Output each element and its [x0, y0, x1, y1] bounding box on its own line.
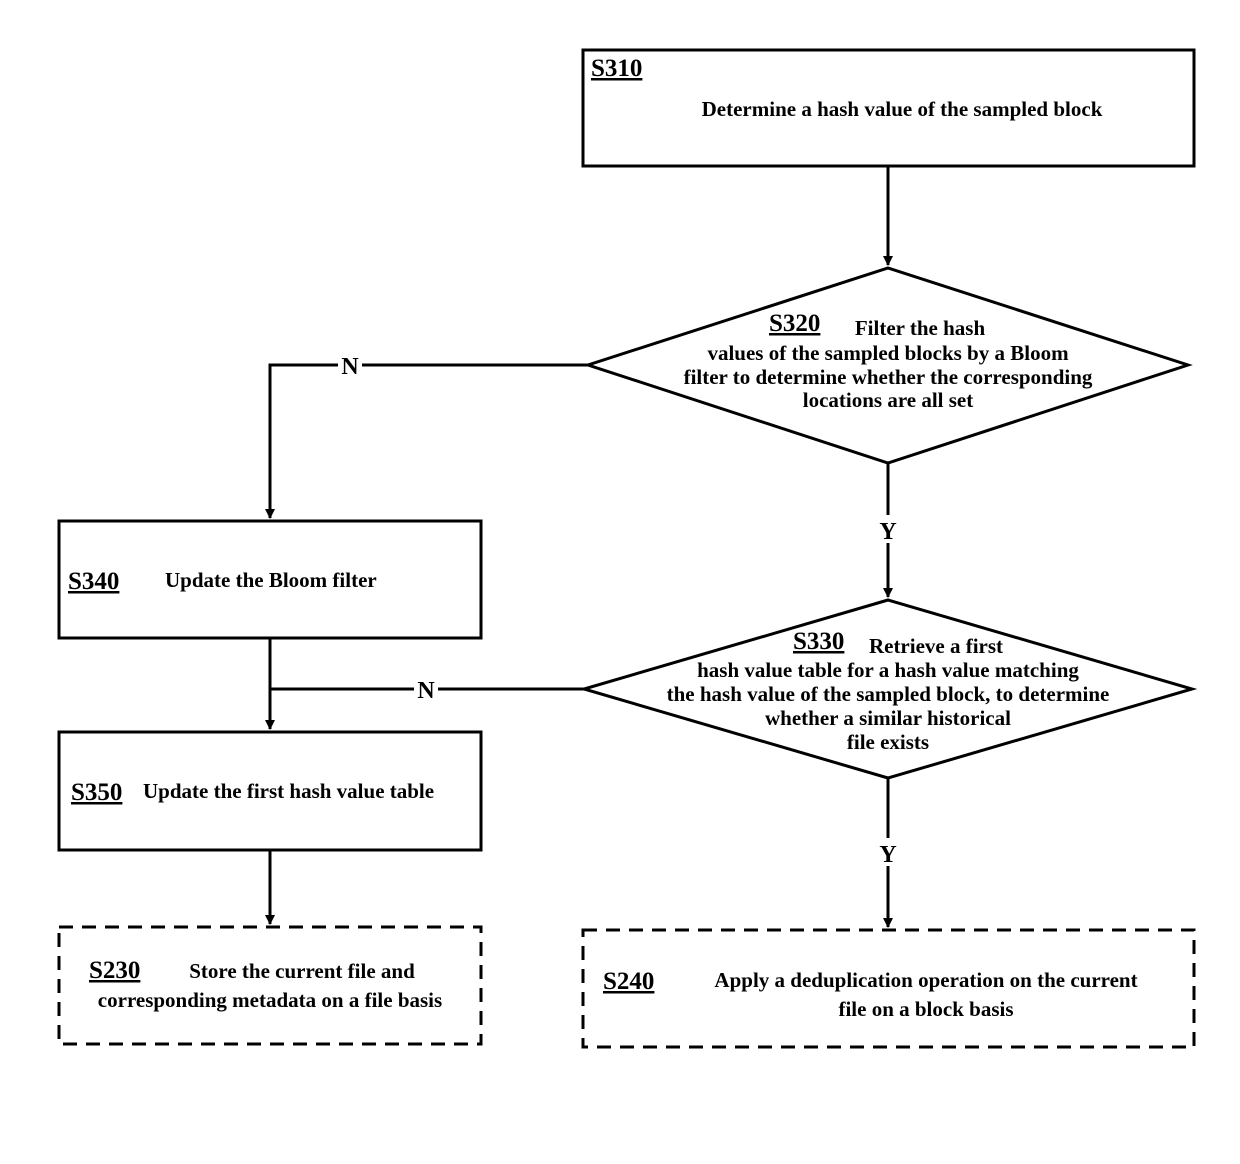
node-s350: S350 Update the first hash value table: [57, 730, 483, 852]
step-text-line: filter to determine whether the correspo…: [684, 365, 1093, 389]
step-text: Update the first hash value table: [143, 779, 434, 803]
node-s340: S340 Update the Bloom filter: [57, 519, 483, 640]
step-text-line: corresponding metadata on a file basis: [98, 988, 442, 1012]
step-text-line: values of the sampled blocks by a Bloom: [707, 341, 1069, 365]
step-id: S340: [68, 568, 119, 595]
node-s320: S320 Filter the hash values of the sampl…: [583, 266, 1193, 465]
step-text: Determine a hash value of the sampled bl…: [702, 97, 1103, 121]
step-text-line: file on a block basis: [838, 997, 1013, 1021]
node-s230: S230 Store the current file and correspo…: [57, 925, 483, 1046]
node-s240: S240 Apply a deduplication operation on …: [581, 928, 1196, 1049]
edge-label-yes: Y: [879, 519, 896, 545]
step-text-line: Retrieve a first: [869, 634, 1003, 658]
node-s310: S310 Determine a hash value of the sampl…: [581, 48, 1196, 168]
step-id: S310: [591, 55, 642, 82]
edge-s320-no: [265, 363, 588, 519]
step-text-line: whether a similar historical: [765, 706, 1011, 730]
step-id: S350: [71, 779, 122, 806]
edge-label-no: N: [341, 354, 359, 380]
step-text-line: file exists: [847, 730, 929, 754]
flowchart: S310 Determine a hash value of the sampl…: [57, 48, 1198, 1049]
step-id: S330: [793, 628, 844, 655]
step-text-line: the hash value of the sampled block, to …: [667, 682, 1110, 706]
step-text-line: hash value table for a hash value matchi…: [697, 658, 1079, 682]
step-text-line: Store the current file and: [189, 959, 415, 983]
node-s330: S330 Retrieve a first hash value table f…: [578, 598, 1198, 780]
external-step-box: [57, 925, 483, 1046]
step-text-line: locations are all set: [803, 388, 974, 412]
step-text: Update the Bloom filter: [165, 568, 377, 592]
step-id: S230: [89, 957, 140, 984]
edge-label-yes: Y: [879, 842, 896, 868]
step-text-line: Apply a deduplication operation on the c…: [714, 968, 1137, 992]
step-text-line: Filter the hash: [855, 316, 986, 340]
edge-label-no: N: [417, 678, 435, 704]
step-id: S320: [769, 310, 820, 337]
step-id: S240: [603, 968, 654, 995]
